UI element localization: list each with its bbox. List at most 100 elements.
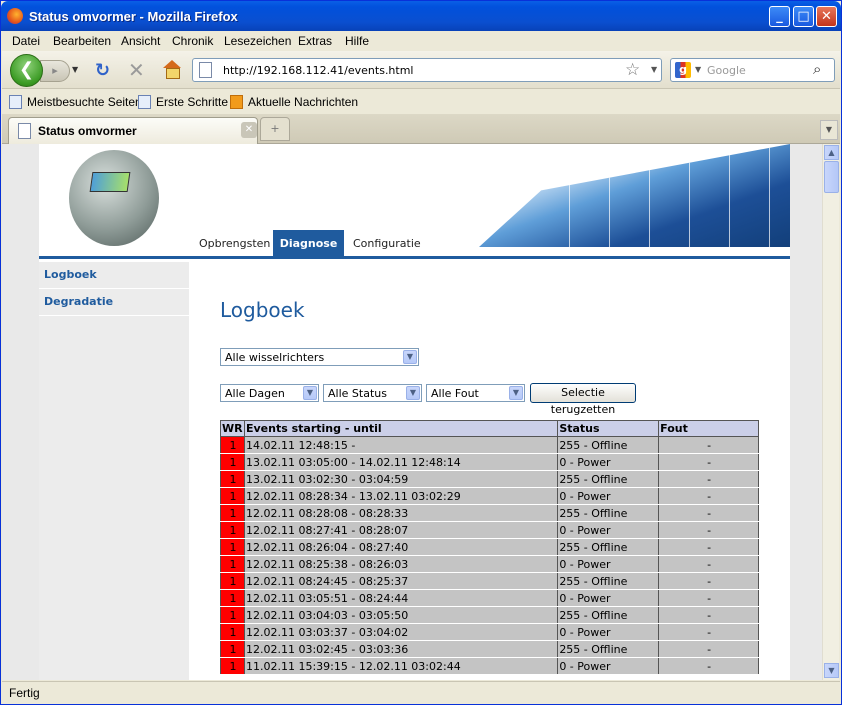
tab-configuratie[interactable]: Configuratie: [353, 230, 433, 259]
search-icon[interactable]: ⌕: [813, 60, 821, 78]
minimize-button[interactable]: _: [769, 6, 790, 27]
menu-extras[interactable]: Extras: [298, 34, 332, 48]
cell-status: 255 - Offline: [557, 436, 659, 454]
menu-hilfe[interactable]: Hilfe: [345, 34, 369, 48]
cell-status: 0 - Power: [557, 589, 659, 607]
cell-fout: -: [658, 521, 759, 539]
cell-fout: -: [658, 436, 759, 454]
new-tab-button[interactable]: +: [260, 117, 290, 141]
col-events: Events starting - until: [243, 420, 559, 437]
cell-status: 255 - Offline: [557, 470, 659, 488]
page-title: Logboek: [220, 298, 305, 322]
col-fout: Fout: [658, 420, 759, 437]
fault-select[interactable]: Alle Fout ▼: [426, 384, 525, 402]
cell-event-range: 12.02.11 03:04:03 - 03:05:50: [243, 606, 558, 624]
cell-event-range: 14.02.11 12:48:15 -: [243, 436, 558, 454]
solar-panels-banner: [479, 144, 790, 247]
table-row: 1 12.02.11 03:02:45 - 03:03:36 255 - Offli…: [220, 640, 759, 658]
table-row: 1 13.02.11 03:05:00 - 14.02.11 12:48:14 0 …: [220, 453, 759, 471]
cell-wr: 1: [220, 572, 245, 590]
cell-fout: -: [658, 487, 759, 505]
menu-bearbeiten[interactable]: Bearbeiten: [53, 34, 111, 48]
tab-diagnose[interactable]: Diagnose: [273, 230, 344, 259]
menu-datei[interactable]: Datei: [12, 34, 40, 48]
sidebar-item-logboek[interactable]: Logboek: [39, 262, 189, 289]
cell-status: 0 - Power: [557, 657, 659, 675]
tab-opbrengsten[interactable]: Opbrengsten: [199, 230, 274, 259]
status-text: Fertig: [9, 686, 40, 700]
sidebar-item-degradatie[interactable]: Degradatie: [39, 289, 189, 316]
bookmark-erste-schritte[interactable]: Erste Schritte: [138, 95, 228, 109]
select-value: Alle Status: [328, 387, 387, 400]
close-button[interactable]: ✕: [816, 6, 837, 27]
table-row: 1 14.02.11 12:48:15 -255 - Offline -: [220, 436, 759, 454]
url-dropdown-icon[interactable]: ▼: [651, 65, 657, 74]
url-text[interactable]: http://192.168.112.41/events.html: [223, 64, 414, 77]
cell-status: 0 - Power: [557, 487, 659, 505]
scroll-up-icon[interactable]: ▲: [824, 145, 839, 160]
search-engine-dropdown-icon[interactable]: ▼: [695, 65, 701, 74]
bookmark-star-icon[interactable]: ☆: [625, 60, 640, 80]
table-row: 1 12.02.11 08:28:08 - 08:28:33 255 - Offli…: [220, 504, 759, 522]
status-select[interactable]: Alle Status ▼: [323, 384, 422, 402]
back-button[interactable]: ❮: [10, 54, 43, 87]
cell-event-range: 13.02.11 03:05:00 - 14.02.11 12:48:14: [243, 453, 558, 471]
search-box[interactable]: g ▼ Google ⌕: [670, 58, 835, 82]
table-row: 1 12.02.11 08:26:04 - 08:27:40 255 - Offli…: [220, 538, 759, 556]
rss-icon: [230, 95, 243, 109]
cell-fout: -: [658, 640, 759, 658]
cell-status: 255 - Offline: [557, 504, 659, 522]
cell-fout: -: [658, 555, 759, 573]
table-row: 1 12.02.11 08:27:41 - 08:28:07 0 - Power -: [220, 521, 759, 539]
browser-tab[interactable]: Status omvormer ✕: [8, 117, 258, 144]
table-row: 1 12.02.11 08:28:34 - 13.02.11 03:02:29 0 …: [220, 487, 759, 505]
forward-button[interactable]: ▸: [40, 60, 70, 82]
vertical-scrollbar[interactable]: ▲ ▼: [822, 144, 839, 680]
chevron-down-icon: ▼: [509, 386, 523, 400]
cell-fout: -: [658, 538, 759, 556]
google-icon[interactable]: g: [675, 62, 691, 78]
bookmark-nachrichten[interactable]: Aktuelle Nachrichten: [230, 95, 358, 109]
reset-selection-button[interactable]: Selectie terugzetten: [530, 383, 636, 416]
search-placeholder[interactable]: Google: [707, 64, 746, 77]
cell-status: 255 - Offline: [557, 538, 659, 556]
inverter-select[interactable]: Alle wisselrichters ▼: [220, 348, 419, 366]
menu-lesezeichen[interactable]: Lesezeichen: [224, 34, 291, 48]
reload-icon[interactable]: ↻: [95, 60, 110, 81]
stop-icon[interactable]: ✕: [128, 58, 145, 82]
browser-window: Status omvormer - Mozilla Firefox _ □ ✕ …: [0, 0, 842, 705]
firefox-icon: [7, 8, 23, 24]
menu-bar: Datei Bearbeiten Ansicht Chronik Lesezei…: [2, 31, 840, 51]
url-bar[interactable]: http://192.168.112.41/events.html ☆ ▼: [192, 58, 662, 82]
scroll-down-icon[interactable]: ▼: [824, 663, 839, 678]
cell-status: 0 - Power: [557, 453, 659, 471]
cell-wr: 1: [220, 504, 245, 522]
col-status: Status: [557, 420, 660, 437]
table-row: 1 12.02.11 03:05:51 - 08:24:44 0 - Power -: [220, 589, 759, 607]
scroll-thumb[interactable]: [824, 161, 839, 193]
cell-status: 0 - Power: [557, 623, 659, 641]
history-dropdown-icon[interactable]: ▼: [72, 65, 78, 74]
days-select[interactable]: Alle Dagen ▼: [220, 384, 319, 402]
cell-wr: 1: [220, 521, 245, 539]
cell-wr: 1: [220, 657, 245, 675]
cell-event-range: 12.02.11 08:28:08 - 08:28:33: [243, 504, 558, 522]
tab-close-icon[interactable]: ✕: [241, 122, 257, 138]
cell-wr: 1: [220, 555, 245, 573]
navigation-toolbar: ▸ ❮ ▼ ↻ ✕ http://192.168.112.41/events.h…: [2, 51, 840, 89]
cell-event-range: 12.02.11 08:25:38 - 08:26:03: [243, 555, 558, 573]
menu-chronik[interactable]: Chronik: [172, 34, 213, 48]
bookmark-label: Meistbesuchte Seiten: [27, 95, 142, 109]
bookmark-meistbesuchte[interactable]: Meistbesuchte Seiten: [9, 95, 142, 109]
cell-fout: -: [658, 657, 759, 675]
tab-list-dropdown-icon[interactable]: ▼: [820, 120, 838, 140]
tab-bar: Status omvormer ✕ + ▼: [2, 114, 840, 144]
cell-event-range: 11.02.11 15:39:15 - 12.02.11 03:02:44: [243, 657, 558, 675]
chevron-down-icon: ▼: [406, 386, 420, 400]
page-icon: [138, 95, 151, 109]
cell-wr: 1: [220, 606, 245, 624]
chevron-down-icon: ▼: [303, 386, 317, 400]
menu-ansicht[interactable]: Ansicht: [121, 34, 160, 48]
maximize-button[interactable]: □: [793, 6, 814, 27]
home-icon[interactable]: [162, 60, 182, 79]
